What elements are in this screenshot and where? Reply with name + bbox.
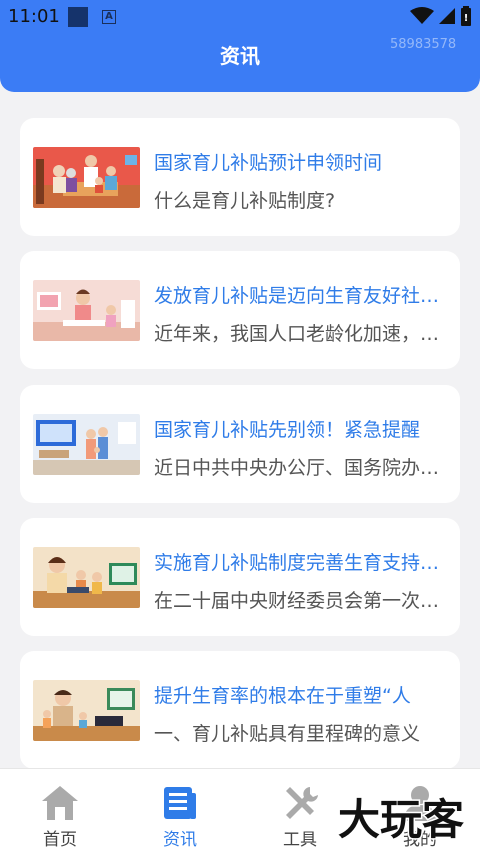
news-icon xyxy=(164,787,196,819)
article-card[interactable]: 国家育儿补贴先别领！紧急提醒 近日中共中央办公厅、国务院办公厅印发 xyxy=(20,385,460,503)
article-title: 国家育儿补贴预计申领时间 xyxy=(154,152,383,174)
article-title: 国家育儿补贴先别领！紧急提醒 xyxy=(154,419,421,441)
tab-news[interactable]: 资讯 xyxy=(120,769,240,853)
notification-square-icon xyxy=(68,7,88,27)
svg-text:大玩客: 大玩客 xyxy=(338,795,464,844)
brand-watermark-logo: 大玩客 xyxy=(336,794,465,846)
home-icon xyxy=(42,786,78,820)
article-thumbnail xyxy=(33,147,140,208)
status-bar: 11:01 A ! xyxy=(0,0,480,32)
article-card[interactable]: 国家育儿补贴预计申领时间 什么是育儿补贴制度? xyxy=(20,118,460,236)
article-subtitle: 什么是育儿补贴制度? xyxy=(154,190,336,212)
status-time: 11:01 xyxy=(8,6,60,27)
article-subtitle: 一、育儿补贴具有里程碑的意义 xyxy=(154,723,421,745)
article-title: 发放育儿补贴是迈向生育友好社会的重要一步 xyxy=(154,285,442,307)
tools-icon xyxy=(286,787,318,819)
svg-text:!: ! xyxy=(464,13,469,24)
article-thumbnail xyxy=(33,547,140,608)
article-card[interactable]: 实施育儿补贴制度完善生育支持政策 在二十届中央财经委员会第一次会议上 xyxy=(20,518,460,636)
article-thumbnail xyxy=(33,414,140,475)
tab-home[interactable]: 首页 xyxy=(0,769,120,853)
article-card[interactable]: 提升生育率的根本在于重塑“人 一、育儿补贴具有里程碑的意义 xyxy=(20,651,460,769)
tab-label: 首页 xyxy=(43,830,77,850)
article-subtitle: 近年来，我国人口老龄化加速，生育率持续走低 xyxy=(154,323,442,345)
article-title: 提升生育率的根本在于重塑“人 xyxy=(154,685,411,707)
signal-icon xyxy=(439,8,455,24)
battery-icon: ! xyxy=(461,6,471,26)
article-title: 实施育儿补贴制度完善生育支持政策 xyxy=(154,552,442,574)
article-subtitle: 在二十届中央财经委员会第一次会议上 xyxy=(154,590,442,612)
a-notification-icon: A xyxy=(102,10,116,24)
wifi-icon xyxy=(410,7,434,24)
article-card[interactable]: 发放育儿补贴是迈向生育友好社会的重要一步 近年来，我国人口老龄化加速，生育率持续… xyxy=(20,251,460,369)
article-thumbnail xyxy=(33,280,140,341)
tab-label: 资讯 xyxy=(163,830,197,850)
watermark-id: 58983578 xyxy=(390,37,457,52)
article-subtitle: 近日中共中央办公厅、国务院办公厅印发 xyxy=(154,457,442,479)
article-thumbnail xyxy=(33,680,140,741)
